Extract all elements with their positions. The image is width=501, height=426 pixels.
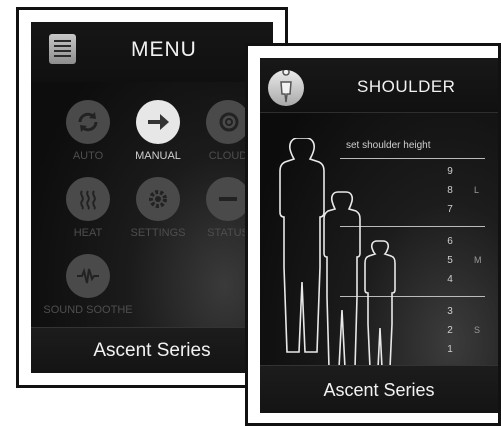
heat-icon (66, 177, 110, 221)
shoulder-screen: SHOULDER set shoulder height 9 8 7 6 5 4… (260, 58, 498, 413)
shoulder-title: SHOULDER (357, 77, 456, 96)
height-level-1[interactable]: 1 (445, 344, 455, 355)
height-level-3[interactable]: 3 (445, 306, 455, 317)
body-silhouettes (279, 138, 396, 368)
status-icon (206, 177, 250, 221)
menu-title: MENU (131, 38, 197, 61)
menu-item-sound-soothe[interactable]: SOUND SOOTHE (43, 254, 133, 324)
cloud-icon (206, 100, 250, 144)
shoulder-footer: Ascent Series (260, 365, 498, 413)
zone-label-large: L (474, 185, 480, 195)
height-level-6[interactable]: 6 (445, 236, 455, 247)
list-icon[interactable] (49, 34, 76, 64)
height-level-2[interactable]: 2 (445, 325, 455, 336)
height-level-4[interactable]: 4 (445, 274, 455, 285)
body-outline-icon[interactable] (268, 68, 304, 106)
height-level-5[interactable]: 5 (445, 255, 455, 266)
medium-silhouette (323, 191, 361, 368)
arrow-right-icon (136, 100, 180, 144)
menu-screen: MENU AUTO MANUAL CLOUD HEAT SETTINGS STA… (31, 22, 273, 373)
height-level-8[interactable]: 8 (445, 185, 455, 196)
zone-label-medium: M (474, 255, 482, 265)
menu-header: MENU (31, 22, 273, 82)
height-level-7[interactable]: 7 (445, 204, 455, 215)
shoulder-header: SHOULDER (260, 58, 498, 113)
menu-item-label: SOUND SOOTHE (43, 304, 133, 316)
sound-wave-icon (66, 254, 110, 298)
gear-icon (136, 177, 180, 221)
refresh-icon (66, 100, 110, 144)
short-silhouette (364, 240, 396, 368)
height-level-9[interactable]: 9 (445, 166, 455, 177)
shoulder-device-frame: SHOULDER set shoulder height 9 8 7 6 5 4… (245, 43, 501, 426)
zone-label-small: S (474, 325, 481, 335)
menu-footer: Ascent Series (31, 327, 273, 373)
tall-silhouette (279, 138, 325, 353)
